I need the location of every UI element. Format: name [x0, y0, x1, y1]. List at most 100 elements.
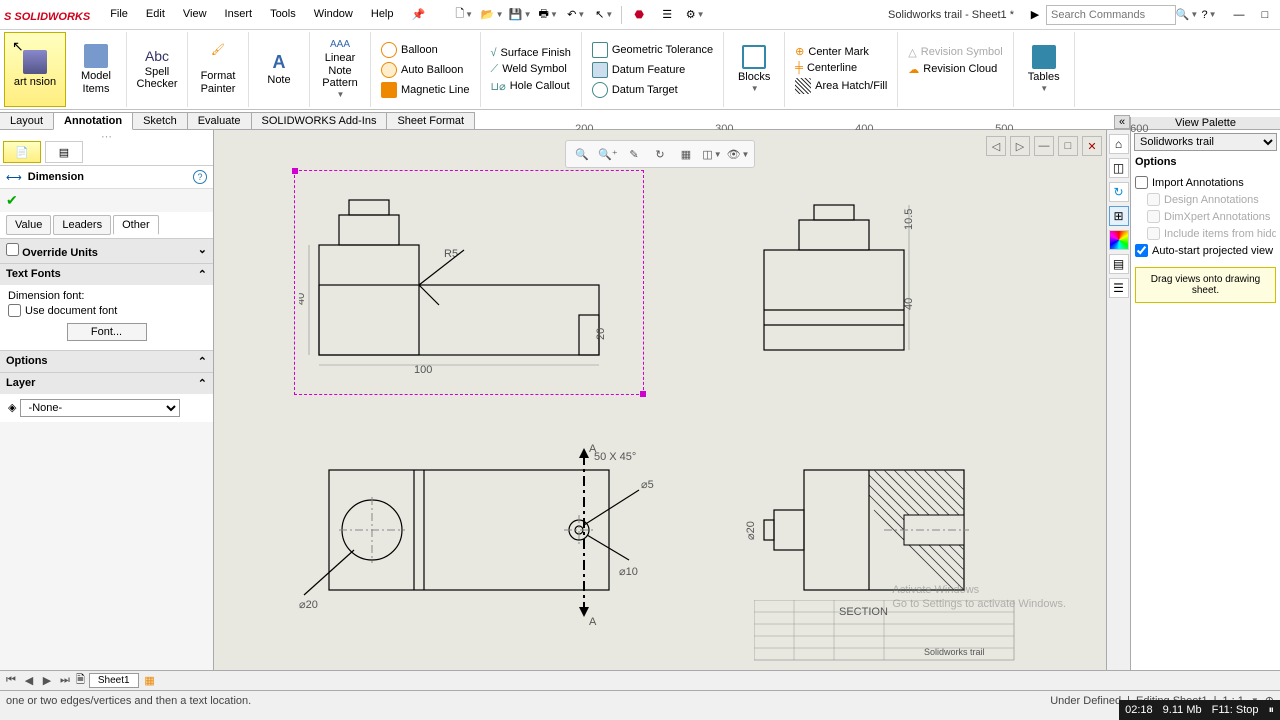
rebuild-icon[interactable]: ⬣: [628, 4, 650, 26]
magnetic-line-button[interactable]: Magnetic Line: [377, 80, 474, 100]
minimize-icon[interactable]: —: [1228, 4, 1250, 26]
print-icon[interactable]: 🖶▼: [537, 4, 559, 26]
tab-evaluate[interactable]: Evaluate: [187, 112, 252, 129]
restore-icon[interactable]: □: [1254, 4, 1276, 26]
drawing-view-front[interactable]: R5 40 100 20: [299, 175, 639, 390]
open-icon[interactable]: 📂▼: [481, 4, 503, 26]
menu-view[interactable]: View: [175, 4, 215, 25]
custom-props-icon[interactable]: ▤: [1109, 254, 1129, 274]
layer-section-header[interactable]: Layer⌃: [0, 373, 213, 394]
resources-icon[interactable]: ◫: [1109, 158, 1129, 178]
blocks-button[interactable]: Blocks▼: [730, 45, 778, 94]
section-view-icon[interactable]: ▦: [676, 144, 696, 164]
reload-icon[interactable]: ↻: [1109, 182, 1129, 202]
menu-edit[interactable]: Edit: [138, 4, 173, 25]
tab-annotation[interactable]: Annotation: [53, 112, 133, 130]
search-doc-icon[interactable]: ▶: [1024, 4, 1046, 26]
override-units-checkbox[interactable]: [6, 243, 19, 256]
sub-tab-other[interactable]: Other: [113, 215, 159, 235]
rec-pause-icon[interactable]: ⏸: [1269, 704, 1275, 717]
format-painter-button[interactable]: 🖌 Format Painter: [194, 44, 242, 94]
view-palette-icon[interactable]: ⊞: [1109, 206, 1129, 226]
close-view-icon[interactable]: ✕: [1082, 136, 1102, 156]
drawing-canvas[interactable]: 🔍 🔍⁺ ✎ ↻ ▦ ◫▼ 👁▼ ◁ ▷ — □ ✕ R5 40: [214, 130, 1106, 670]
view-palette-model-select[interactable]: Solidworks trail: [1134, 133, 1277, 151]
revision-symbol-button[interactable]: △Revision Symbol: [904, 44, 1006, 61]
menu-insert[interactable]: Insert: [217, 4, 261, 25]
drawing-view-top[interactable]: A A 50 X 45° ⌀5 ⌀10 ⌀20: [299, 430, 659, 630]
next-doc-icon[interactable]: ▷: [1010, 136, 1030, 156]
tab-layout[interactable]: Layout: [0, 112, 54, 129]
tab-addins[interactable]: SOLIDWORKS Add-Ins: [251, 112, 388, 129]
import-annotations-checkbox[interactable]: [1135, 176, 1148, 189]
help-icon[interactable]: ?: [193, 170, 207, 184]
tab-sheet-format[interactable]: Sheet Format: [386, 112, 475, 129]
help-icon[interactable]: ?▼: [1198, 4, 1220, 26]
balloon-button[interactable]: Balloon: [377, 40, 474, 60]
geo-tolerance-button[interactable]: Geometric Tolerance: [588, 40, 717, 60]
options-gear-icon[interactable]: ⚙▼: [684, 4, 706, 26]
auto-balloon-button[interactable]: Auto Balloon: [377, 60, 474, 80]
auto-start-checkbox[interactable]: [1135, 244, 1148, 257]
rec-stop[interactable]: F11: Stop: [1212, 704, 1259, 716]
appearances-icon[interactable]: [1109, 230, 1129, 250]
spell-checker-button[interactable]: Abc Spell Checker: [133, 49, 181, 91]
override-units-header[interactable]: Override Units ⌄: [0, 239, 213, 263]
forum-icon[interactable]: ☰: [1109, 278, 1129, 298]
zoom-area-icon[interactable]: 🔍⁺: [598, 144, 618, 164]
note-button[interactable]: A Note: [255, 53, 303, 87]
add-sheet-icon[interactable]: ▦: [143, 674, 157, 687]
new-icon[interactable]: 🗋▼: [453, 4, 475, 26]
surface-finish-button[interactable]: √Surface Finish: [487, 45, 575, 61]
ok-icon[interactable]: ✔: [6, 192, 18, 208]
menu-file[interactable]: File: [102, 4, 136, 25]
undo-icon[interactable]: ↶▼: [565, 4, 587, 26]
text-fonts-header[interactable]: Text Fonts⌃: [0, 264, 213, 285]
font-button[interactable]: Font...: [67, 323, 147, 341]
tab-sketch[interactable]: Sketch: [132, 112, 188, 129]
menu-window[interactable]: Window: [306, 4, 361, 25]
area-hatch-button[interactable]: Area Hatch/Fill: [791, 76, 891, 96]
revision-cloud-button[interactable]: ☁Revision Cloud: [904, 61, 1006, 78]
weld-symbol-button[interactable]: ⟋Weld Symbol: [487, 61, 575, 78]
pin-icon[interactable]: 📌: [404, 4, 434, 25]
smart-dimension-button[interactable]: art nsion: [11, 50, 59, 88]
linear-note-button[interactable]: AAA Linear Note Pattern▼: [316, 39, 364, 99]
sheet-last-icon[interactable]: ⏭: [58, 674, 72, 687]
menu-help[interactable]: Help: [363, 4, 402, 25]
property-manager-tab[interactable]: ▤: [45, 141, 83, 163]
rotate-icon[interactable]: ↻: [650, 144, 670, 164]
centerline-button[interactable]: ╪Centerline: [791, 60, 891, 76]
minimize-view-icon[interactable]: —: [1034, 136, 1054, 156]
sub-tab-leaders[interactable]: Leaders: [53, 215, 111, 235]
previous-view-icon[interactable]: ✎: [624, 144, 644, 164]
collapse-panel-icon[interactable]: «: [1114, 115, 1130, 129]
sheet-prev-icon[interactable]: ◀: [22, 674, 36, 687]
sub-tab-value[interactable]: Value: [6, 215, 51, 235]
sheet-first-icon[interactable]: ⏮: [4, 674, 18, 687]
tables-button[interactable]: Tables▼: [1020, 45, 1068, 94]
datum-feature-button[interactable]: Datum Feature: [588, 60, 717, 80]
search-icon[interactable]: 🔍▼: [1176, 4, 1198, 26]
center-mark-button[interactable]: ⊕Center Mark: [791, 43, 891, 60]
sheet1-tab[interactable]: Sheet1: [89, 673, 139, 688]
layer-select[interactable]: -None-: [20, 399, 180, 417]
menu-tools[interactable]: Tools: [262, 4, 304, 25]
search-input[interactable]: [1046, 5, 1176, 25]
hole-callout-button[interactable]: ⊔⌀Hole Callout: [487, 78, 575, 95]
zoom-fit-icon[interactable]: 🔍: [572, 144, 592, 164]
feature-manager-tab[interactable]: 📄: [3, 141, 41, 163]
select-icon[interactable]: ↖▼: [593, 4, 615, 26]
model-items-button[interactable]: Model Items: [72, 44, 120, 94]
display-style-icon[interactable]: ◫▼: [702, 144, 722, 164]
datum-target-button[interactable]: Datum Target: [588, 80, 717, 100]
save-icon[interactable]: 💾▼: [509, 4, 531, 26]
drawing-view-side[interactable]: 10.5 40: [744, 190, 944, 390]
home-icon[interactable]: ⌂: [1109, 134, 1129, 154]
use-doc-font-checkbox[interactable]: [8, 304, 21, 317]
sheet-next-icon[interactable]: ▶: [40, 674, 54, 687]
prev-doc-icon[interactable]: ◁: [986, 136, 1006, 156]
maximize-view-icon[interactable]: □: [1058, 136, 1078, 156]
hide-show-icon[interactable]: 👁▼: [728, 144, 748, 164]
options-section-header[interactable]: Options⌃: [0, 351, 213, 372]
